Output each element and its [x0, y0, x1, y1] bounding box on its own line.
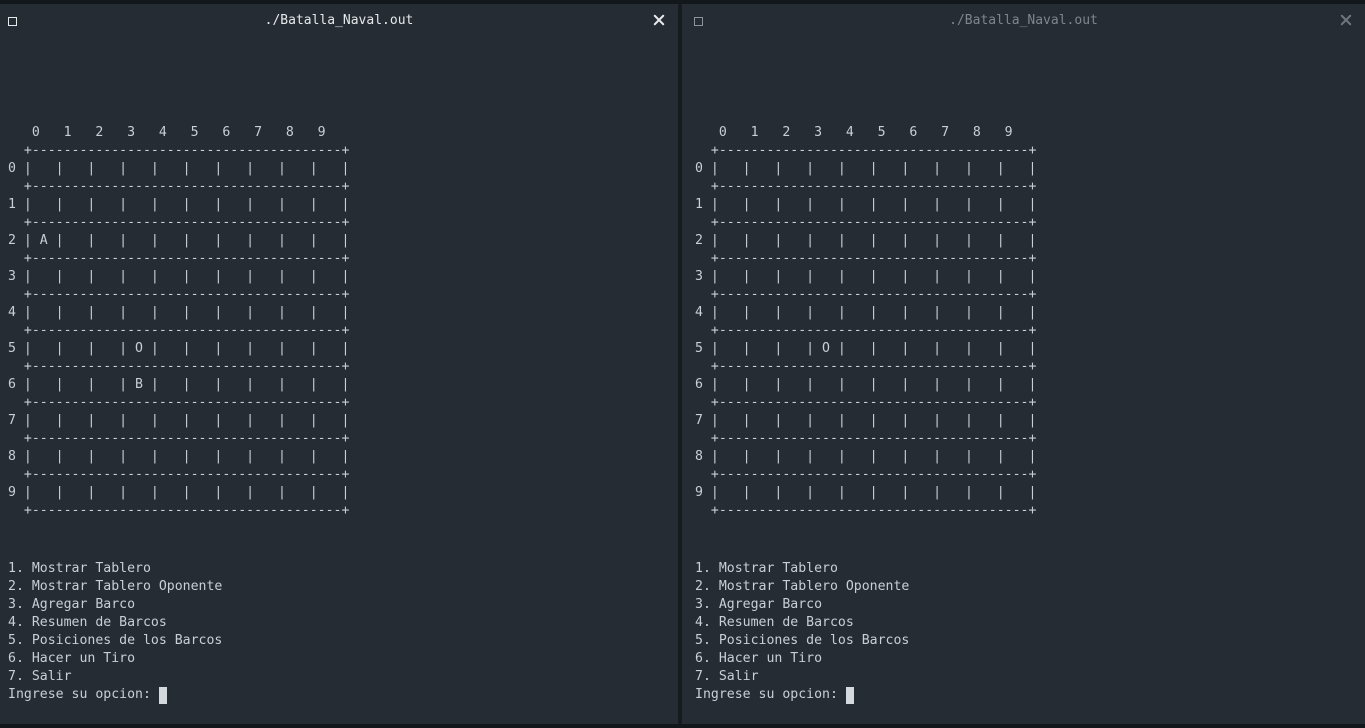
- terminal-cursor[interactable]: [845, 686, 854, 704]
- menu-options: 1. Mostrar Tablero 2. Mostrar Tablero Op…: [695, 560, 909, 704]
- input-prompt[interactable]: Ingrese su opcion:: [695, 686, 909, 704]
- prompt-text: Ingrese su opcion:: [695, 687, 846, 702]
- menu-item: 1. Mostrar Tablero: [695, 561, 838, 576]
- menu-options: 1. Mostrar Tablero 2. Mostrar Tablero Op…: [8, 560, 222, 704]
- board-separator: +---------------------------------------…: [695, 395, 1037, 410]
- close-icon[interactable]: [652, 13, 666, 27]
- board-separator: +---------------------------------------…: [695, 287, 1037, 302]
- board-separator: +---------------------------------------…: [8, 287, 350, 302]
- board-separator: +---------------------------------------…: [8, 395, 350, 410]
- board-separator: +---------------------------------------…: [695, 251, 1037, 266]
- board-row: 4 | | | | | | | | | | |: [8, 305, 350, 320]
- menu-item: 5. Posiciones de los Barcos: [8, 633, 223, 648]
- board-separator: +---------------------------------------…: [8, 251, 350, 266]
- board-separator: +---------------------------------------…: [8, 467, 350, 482]
- board-row: 2 | A | | | | | | | | | |: [8, 233, 350, 248]
- board-separator: +---------------------------------------…: [695, 323, 1037, 338]
- terminal-window-right[interactable]: ./Batalla_Naval.out 0 1 2 3 4 5 6 7 8 9 …: [682, 4, 1365, 724]
- board-separator: +---------------------------------------…: [695, 431, 1037, 446]
- titlebar[interactable]: ./Batalla_Naval.out: [682, 4, 1365, 36]
- menu-item: 5. Posiciones de los Barcos: [695, 633, 910, 648]
- board-row: 3 | | | | | | | | | | |: [8, 269, 350, 284]
- board-row: 1 | | | | | | | | | | |: [695, 197, 1037, 212]
- prompt-text: Ingrese su opcion:: [8, 687, 159, 702]
- board-row: 8 | | | | | | | | | | |: [695, 449, 1037, 464]
- board-separator: +---------------------------------------…: [8, 215, 350, 230]
- menu-item: 6. Hacer un Tiro: [695, 651, 823, 666]
- terminal-window-left[interactable]: ./Batalla_Naval.out 0 1 2 3 4 5 6 7 8 9 …: [0, 4, 678, 724]
- board-row: 5 | | | | O | | | | | | |: [695, 341, 1037, 356]
- board-row: 6 | | | | B | | | | | | |: [8, 377, 350, 392]
- board-separator: +---------------------------------------…: [8, 359, 350, 374]
- board-row: 0 | | | | | | | | | | |: [695, 161, 1037, 176]
- board-separator: +---------------------------------------…: [8, 179, 350, 194]
- board-row: 7 | | | | | | | | | | |: [695, 413, 1037, 428]
- board-row: 2 | | | | | | | | | | |: [695, 233, 1037, 248]
- terminal-cursor[interactable]: [158, 686, 167, 704]
- board-row: 3 | | | | | | | | | | |: [695, 269, 1037, 284]
- menu-item: 4. Resumen de Barcos: [695, 615, 854, 630]
- bottom-border: [0, 724, 1365, 728]
- board-separator: +---------------------------------------…: [695, 143, 1037, 158]
- board-column-header: 0 1 2 3 4 5 6 7 8 9: [8, 125, 326, 140]
- close-icon[interactable]: [1339, 13, 1353, 27]
- menu-item: 2. Mostrar Tablero Oponente: [8, 579, 223, 594]
- board-row: 7 | | | | | | | | | | |: [8, 413, 350, 428]
- game-board: 0 1 2 3 4 5 6 7 8 9 +-------------------…: [8, 124, 349, 520]
- board-row: 9 | | | | | | | | | | |: [695, 485, 1037, 500]
- menu-item: 6. Hacer un Tiro: [8, 651, 136, 666]
- board-row: 9 | | | | | | | | | | |: [8, 485, 350, 500]
- board-separator: +---------------------------------------…: [8, 431, 350, 446]
- board-separator: +---------------------------------------…: [695, 467, 1037, 482]
- menu-item: 2. Mostrar Tablero Oponente: [695, 579, 910, 594]
- menu-item: 4. Resumen de Barcos: [8, 615, 167, 630]
- board-separator: +---------------------------------------…: [695, 179, 1037, 194]
- menu-item: 3. Agregar Barco: [695, 597, 823, 612]
- titlebar[interactable]: ./Batalla_Naval.out: [0, 4, 678, 36]
- window-title: ./Batalla_Naval.out: [949, 13, 1098, 28]
- board-separator: +---------------------------------------…: [695, 503, 1037, 518]
- board-row: 4 | | | | | | | | | | |: [695, 305, 1037, 320]
- board-row: 0 | | | | | | | | | | |: [8, 161, 350, 176]
- board-separator: +---------------------------------------…: [695, 359, 1037, 374]
- board-column-header: 0 1 2 3 4 5 6 7 8 9: [695, 125, 1013, 140]
- board-row: 8 | | | | | | | | | | |: [8, 449, 350, 464]
- menu-item: 7. Salir: [695, 669, 759, 684]
- menu-item: 3. Agregar Barco: [8, 597, 136, 612]
- board-separator: +---------------------------------------…: [695, 215, 1037, 230]
- board-separator: +---------------------------------------…: [8, 503, 350, 518]
- board-separator: +---------------------------------------…: [8, 323, 350, 338]
- board-row: 5 | | | | O | | | | | | |: [8, 341, 350, 356]
- menu-item: 1. Mostrar Tablero: [8, 561, 151, 576]
- board-row: 6 | | | | | | | | | | |: [695, 377, 1037, 392]
- board-separator: +---------------------------------------…: [8, 143, 350, 158]
- menu-item: 7. Salir: [8, 669, 72, 684]
- game-board: 0 1 2 3 4 5 6 7 8 9 +-------------------…: [695, 124, 1036, 520]
- board-row: 1 | | | | | | | | | | |: [8, 197, 350, 212]
- window-title: ./Batalla_Naval.out: [264, 13, 414, 28]
- input-prompt[interactable]: Ingrese su opcion:: [8, 686, 222, 704]
